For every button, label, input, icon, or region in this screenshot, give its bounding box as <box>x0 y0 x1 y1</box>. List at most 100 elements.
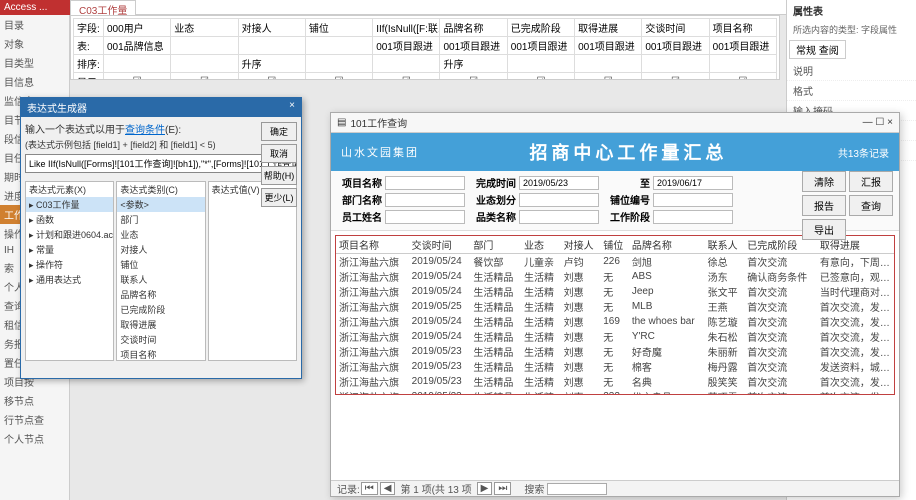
table-row[interactable]: 浙江海盐六旗2019/05/24生活精品生活精刘惠无ABS汤东确认商务条件已签意… <box>336 269 894 284</box>
filter-panel: 项目名称完成时间2019/05/23至2019/06/17部门名称业态划分铺位编… <box>331 171 899 231</box>
column-header[interactable]: 铺位 <box>600 236 629 254</box>
expr-item[interactable]: 对接人 <box>117 242 204 257</box>
table-row[interactable]: 浙江海盐六旗2019/05/23生活精品生活精刘惠无棉客梅丹露首次交流发送资料，… <box>336 359 894 374</box>
column-header[interactable]: 联系人 <box>705 236 745 254</box>
expr-item[interactable]: ▸ 通用表达式 <box>26 272 113 287</box>
property-row[interactable]: 说明 <box>787 61 916 81</box>
column-header[interactable]: 项目名称 <box>336 236 409 254</box>
close-icon[interactable]: × <box>289 100 295 115</box>
column-header[interactable]: 对接人 <box>561 236 601 254</box>
table-row[interactable]: 浙江海盐六旗2019/05/23生活精品生活精刘惠232优之良品蔡巧雯首次交流首… <box>336 389 894 395</box>
nav-next-icon[interactable]: ▶ <box>477 482 493 495</box>
property-title: 属性表 <box>787 0 916 21</box>
property-subtitle: 所选内容的类型: 字段属性 <box>787 21 916 38</box>
expression-input[interactable]: Like IIf(IsNull([Forms]![101工作查询]![bh1])… <box>25 154 297 173</box>
expr-item[interactable]: 铺位 <box>117 257 204 272</box>
app-title: Access ... <box>0 0 70 15</box>
expr-item[interactable]: 品牌名称 <box>117 287 204 302</box>
filter-input[interactable]: 2019/06/17 <box>653 176 733 190</box>
dialog-hint: 输入一个表达式以用于查询条件(E): <box>25 121 297 136</box>
expr-item[interactable]: 业态 <box>117 227 204 242</box>
table-row[interactable]: 浙江海盐六旗2019/05/24生活精品生活精刘惠169the whoes ba… <box>336 314 894 329</box>
report-banner: 山水文园集团 招商中心工作量汇总 共13条记录 <box>331 133 899 171</box>
query-design-grid[interactable]: 字段:000用户业态对接人铺位IIf(IsNull([F:联系人品牌名称已完成阶… <box>70 15 780 80</box>
column-header[interactable]: 品牌名称 <box>629 236 705 254</box>
expr-item[interactable]: ▸ 计划和跟进0604.accdb <box>26 227 113 242</box>
banner-title: 招商中心工作量汇总 <box>529 139 727 165</box>
filter-label: 至 <box>605 175 653 190</box>
dialog-titlebar: 表达式生成器 × <box>21 98 301 117</box>
filter-input[interactable] <box>519 193 599 207</box>
expr-item[interactable]: <参数> <box>117 197 204 212</box>
dialog-title: 表达式生成器 <box>27 100 87 115</box>
filter-input[interactable]: 2019/05/23 <box>519 176 599 190</box>
table-row[interactable]: 浙江海盐六旗2019/05/23生活精品生活精刘惠无名典殷笑笑首次交流首次交流，… <box>336 374 894 389</box>
less-button[interactable]: 更少(L) <box>261 188 297 207</box>
report-window: ▤ 101工作查询 — ☐ × 山水文园集团 招商中心工作量汇总 共13条记录 … <box>330 112 900 497</box>
nav-last-icon[interactable]: ⏭ <box>494 482 511 495</box>
filter-input[interactable] <box>385 193 465 207</box>
criteria-link[interactable]: 查询条件 <box>125 125 165 136</box>
expr-item[interactable]: 交谈时间 <box>117 332 204 347</box>
filter-input[interactable] <box>385 210 465 224</box>
expr-categories-col[interactable]: 表达式类别(C) <参数>部门业态对接人铺位联系人品牌名称已完成阶段取得进展交谈… <box>116 181 205 361</box>
column-header[interactable]: 业态 <box>521 236 561 254</box>
expr-item[interactable]: 项目名称 <box>117 347 204 361</box>
table-row[interactable]: 浙江海盐六旗2019/05/24生活精品生活精刘惠无Y'RC朱石松首次交流首次交… <box>336 329 894 344</box>
table-row[interactable]: 浙江海盐六旗2019/05/24生活精品生活精刘惠无Jeep张文平首次交流当时代… <box>336 284 894 299</box>
cancel-button[interactable]: 取消 <box>261 144 297 163</box>
nav-item[interactable]: 个人节点 <box>0 429 69 448</box>
data-grid[interactable]: 项目名称交谈时间部门业态对接人铺位品牌名称联系人已完成阶段取得进展浙江海盐六旗2… <box>335 235 895 395</box>
expr-item[interactable]: ▸ C03工作量 <box>26 197 113 212</box>
report-window-title: 101工作查询 <box>350 115 407 130</box>
nav-item[interactable]: 目类型 <box>0 53 69 72</box>
table-row[interactable]: 浙江海盐六旗2019/05/25生活精品生活精刘惠无MLB王燕首次交流首次交流，… <box>336 299 894 314</box>
nav-first-icon[interactable]: ⏮ <box>361 482 378 495</box>
filter-input[interactable] <box>653 193 733 207</box>
nav-item[interactable]: 目信息 <box>0 72 69 91</box>
dialog-sample: (表达式示例包括 [field1] + [field2] 和 [field1] … <box>25 138 297 151</box>
expr-item[interactable]: ▸ 函数 <box>26 212 113 227</box>
expr-elements-col[interactable]: 表达式元素(X) ▸ C03工作量▸ 函数▸ 计划和跟进0604.accdb▸ … <box>25 181 114 361</box>
expr-item[interactable]: ▸ 操作符 <box>26 257 113 272</box>
expr-item[interactable]: ▸ 常量 <box>26 242 113 257</box>
filter-input[interactable] <box>519 210 599 224</box>
filter-input[interactable] <box>653 210 733 224</box>
nav-position: 第 1 项(共 13 项 <box>400 481 471 496</box>
column-header[interactable]: 部门 <box>470 236 521 254</box>
column-header[interactable]: 交谈时间 <box>409 236 471 254</box>
expression-builder-dialog: 表达式生成器 × 输入一个表达式以用于查询条件(E): (表达式示例包括 [fi… <box>20 97 302 379</box>
nav-search-input[interactable] <box>547 483 607 495</box>
expr-item[interactable]: 联系人 <box>117 272 204 287</box>
help-button[interactable]: 帮助(H) <box>261 166 297 185</box>
report-window-header: ▤ 101工作查询 — ☐ × <box>331 113 899 133</box>
table-row[interactable]: 浙江海盐六旗2019/05/23生活精品生活精刘惠无好奇魔朱丽新首次交流首次交流… <box>336 344 894 359</box>
action-button[interactable]: 清除 <box>802 171 846 192</box>
filter-label: 完成时间 <box>471 175 519 190</box>
minimize-icon[interactable]: — ☐ × <box>863 117 893 128</box>
table-row[interactable]: 浙江海盐六旗2019/05/24餐饮部儿童亲卢钧226剑旭徐总首次交流有意向，下… <box>336 254 894 270</box>
action-button[interactable]: 导出 <box>802 219 846 240</box>
nav-prev-icon[interactable]: ◀ <box>380 482 396 495</box>
filter-input[interactable] <box>385 176 465 190</box>
filter-label: 工作阶段 <box>605 209 653 224</box>
action-button[interactable]: 汇报 <box>849 171 893 192</box>
nav-item[interactable]: 对象 <box>0 34 69 53</box>
filter-label: 项目名称 <box>337 175 385 190</box>
filter-label: 部门名称 <box>337 192 385 207</box>
expr-item[interactable]: 已完成阶段 <box>117 302 204 317</box>
form-icon: ▤ <box>337 117 346 128</box>
property-tabs[interactable]: 常规 查阅 <box>789 40 846 59</box>
action-button[interactable]: 报告 <box>802 195 846 216</box>
expr-item[interactable]: 部门 <box>117 212 204 227</box>
nav-item[interactable]: 行节点查 <box>0 410 69 429</box>
expr-item[interactable]: 取得进展 <box>117 317 204 332</box>
action-button[interactable]: 查询 <box>849 195 893 216</box>
banner-logo: 山水文园集团 <box>341 144 419 160</box>
nav-item[interactable]: 目录 <box>0 15 69 34</box>
property-row[interactable]: 格式 <box>787 81 916 101</box>
filter-label: 员工姓名 <box>337 209 385 224</box>
ok-button[interactable]: 确定 <box>261 122 297 141</box>
filter-label: 铺位编号 <box>605 192 653 207</box>
nav-item[interactable]: 移节点 <box>0 391 69 410</box>
